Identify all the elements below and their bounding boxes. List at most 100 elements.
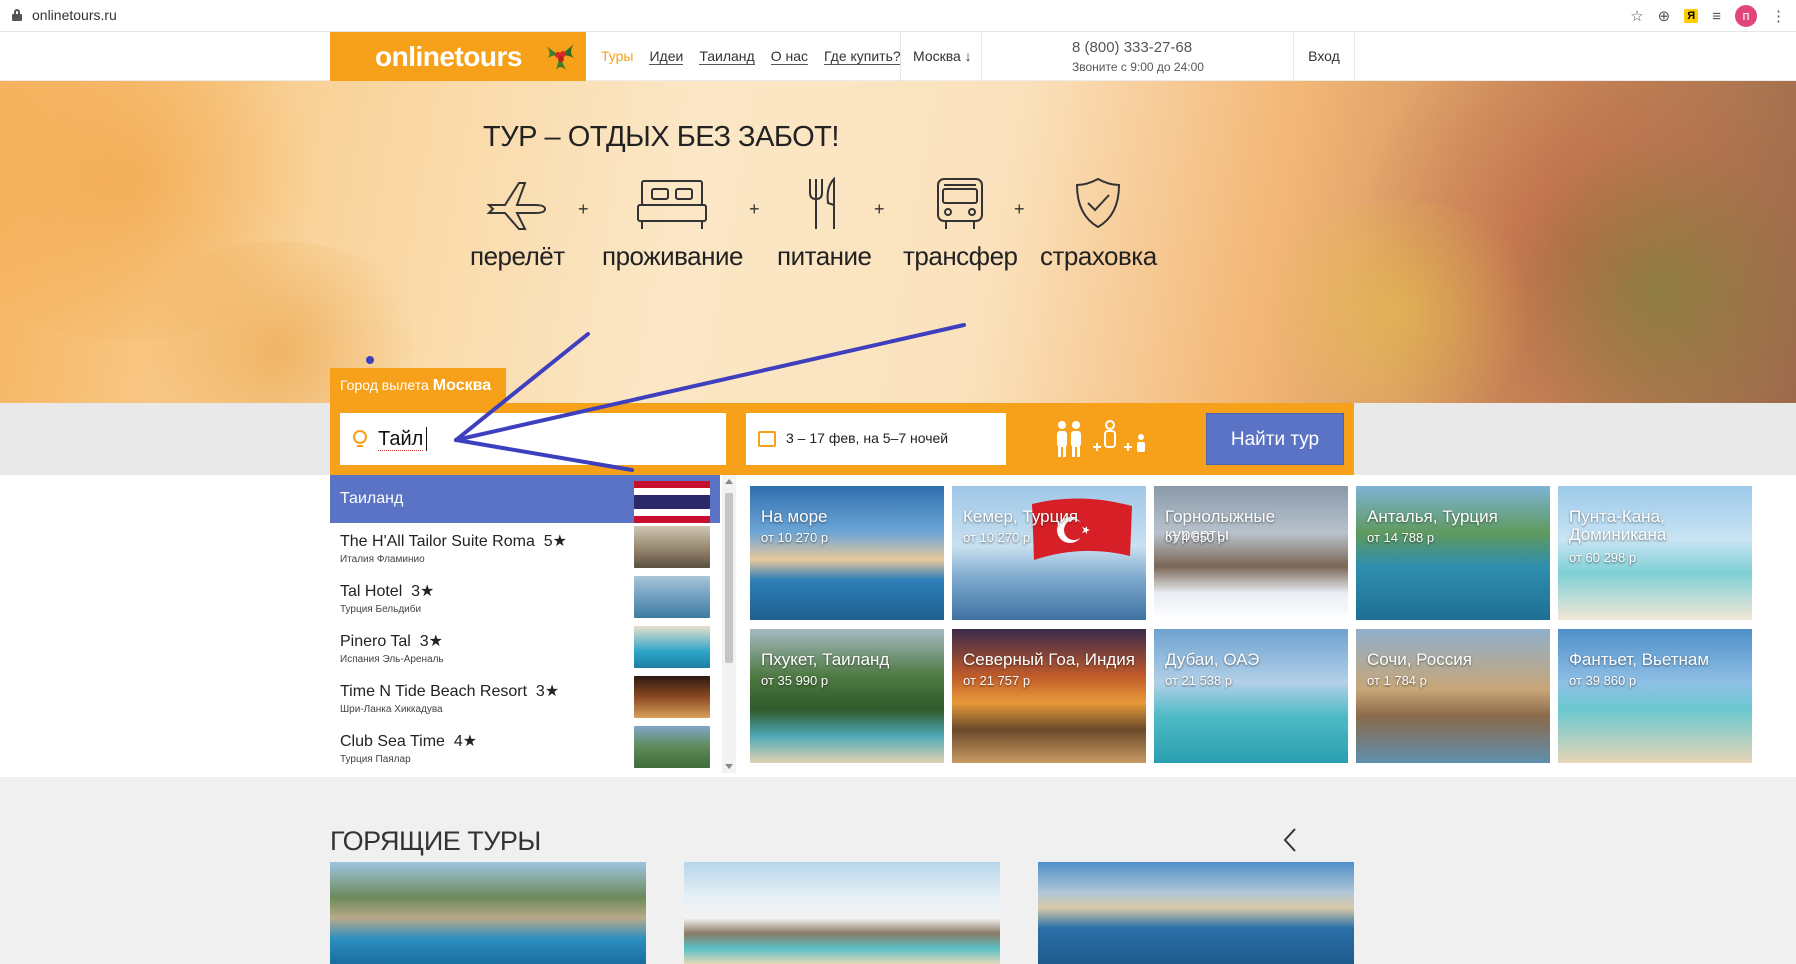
departure-city-tab[interactable]: Город вылета Москва [330, 368, 506, 403]
feature-insurance: страховка [1040, 175, 1157, 272]
plus-sign: + [578, 199, 589, 219]
tile-price: от 60 298 р [1569, 550, 1637, 565]
yandex-extension-icon[interactable]: Я [1684, 9, 1699, 23]
nav-ideas[interactable]: Идеи [649, 48, 684, 65]
find-tour-button[interactable]: Найти тур [1206, 413, 1344, 465]
feature-label: питание [777, 241, 872, 271]
feature-label: страховка [1040, 241, 1157, 271]
login-button[interactable]: Вход [1293, 32, 1355, 81]
logo[interactable]: onlinetours [330, 32, 586, 81]
tile-name: Пхукет, Таиланд [761, 650, 890, 669]
bus-icon [937, 178, 984, 229]
hotel-location: Италия Фламинио [340, 554, 425, 565]
tile-name: Кемер, Турция [963, 507, 1079, 526]
tile-price: от 35 990 р [761, 673, 829, 688]
date-range-value: 3 – 17 фев, на 5–7 ночей [786, 430, 949, 446]
hotel-thumbnail [634, 526, 710, 568]
feature-meals: питание [777, 175, 872, 272]
logo-text: onlinetours [375, 41, 522, 72]
hotel-stars: 3★ [535, 683, 560, 700]
destination-tile[interactable]: Фантьет, Вьетнам от 39 860 р [1558, 629, 1752, 763]
shield-check-icon [1076, 177, 1121, 229]
scrollbar-thumb[interactable] [725, 493, 733, 663]
feature-label: трансфер [903, 241, 1018, 271]
hotel-name: Time N Tide Beach Resort [340, 683, 528, 700]
hot-tours-title: ГОРЯЩИЕ ТУРЫ [330, 826, 541, 856]
tile-name: Дубаи, ОАЭ [1165, 650, 1260, 669]
destination-tile[interactable]: На море от 10 270 р [750, 486, 944, 620]
feature-flight: перелёт [470, 175, 565, 272]
tile-price: от 21 757 р [963, 673, 1031, 688]
plane-icon [486, 182, 547, 230]
hotel-thumbnail [634, 676, 710, 718]
chevron-left-icon[interactable] [1280, 825, 1300, 855]
profile-avatar[interactable]: п [1735, 5, 1757, 27]
call-hours: Звоните с 9:00 до 24:00 [1072, 60, 1204, 74]
nav-where-to-buy[interactable]: Где купить? [824, 48, 901, 65]
playlist-icon[interactable]: ≡ [1712, 8, 1721, 25]
calendar-icon [758, 431, 776, 447]
hotel-name: Tal Hotel [340, 583, 403, 600]
tile-name: Северный Гоа, Индия [963, 650, 1135, 669]
date-range-input[interactable]: 3 – 17 фев, на 5–7 ночей [746, 413, 1006, 465]
url-text[interactable]: onlinetours.ru [32, 7, 117, 23]
destination-suggestions: Таиланд The H'All Tailor Suite Roma 5★ И… [330, 475, 736, 773]
suggestion-country[interactable]: Таиланд [330, 475, 720, 523]
hot-tour-card[interactable] [684, 862, 1000, 964]
destination-tile[interactable]: Сочи, Россия от 1 784 р [1356, 629, 1550, 763]
suggestions-scrollbar[interactable] [722, 475, 736, 773]
suggestion-hotel[interactable]: The H'All Tailor Suite Roma 5★ Италия Фл… [330, 523, 720, 573]
tile-name: Фантьет, Вьетнам [1569, 650, 1710, 669]
suggestion-hotel[interactable]: Pinero Tal 3★ Испания Эль-Ареналь [330, 623, 720, 673]
destination-tile[interactable]: Горнолыжные курорты от 4 550 р [1154, 486, 1348, 620]
hot-tour-card[interactable] [330, 862, 646, 964]
destination-input[interactable]: Тайл [340, 413, 726, 465]
tile-price: от 10 270 р [963, 530, 1031, 545]
destination-tile[interactable]: Пунта-Кана, Доминикана от 60 298 р [1558, 486, 1752, 620]
tile-price: от 10 270 р [761, 530, 829, 545]
destination-tile[interactable]: Северный Гоа, Индия от 21 757 р [952, 629, 1146, 763]
suggestion-hotel[interactable]: Time N Tide Beach Resort 3★ Шри-Ланка Хи… [330, 673, 720, 723]
tile-price: от 1 784 р [1367, 673, 1427, 688]
hotel-thumbnail [634, 576, 710, 618]
hot-tour-card[interactable] [1038, 862, 1354, 964]
globe-icon[interactable]: ⊕ [1658, 7, 1671, 25]
tile-name: Пунта-Кана, Доминикана [1569, 507, 1667, 544]
tile-name: На море [761, 507, 828, 526]
menu-dots-icon[interactable]: ⋮ [1771, 7, 1786, 25]
bookmark-star-icon[interactable]: ☆ [1630, 7, 1643, 25]
destination-value: Тайл [378, 428, 424, 451]
phone-number[interactable]: 8 (800) 333-27-68 [1072, 39, 1192, 56]
tile-price: от 14 788 р [1367, 530, 1435, 545]
hotel-location: Испания Эль-Ареналь [340, 654, 444, 665]
nav-tours[interactable]: Туры [601, 48, 633, 65]
plus-sign: + [749, 199, 760, 219]
nav-about[interactable]: О нас [770, 48, 808, 65]
cutlery-icon [809, 176, 836, 229]
destination-tile[interactable]: Анталья, Турция от 14 788 р [1356, 486, 1550, 620]
scroll-down-icon[interactable] [725, 764, 733, 769]
departure-city[interactable]: Москва [433, 377, 491, 394]
feature-label: проживание [602, 241, 743, 271]
main-nav: Туры Идеи Таиланд О нас Где купить? [601, 48, 901, 65]
plus-sign: + [1014, 199, 1025, 219]
suggestion-hotel[interactable]: Club Sea Time 4★ Турция Паялар [330, 723, 720, 773]
tile-name: Анталья, Турция [1367, 507, 1498, 526]
hotel-name: Pinero Tal [340, 633, 411, 650]
thailand-flag-icon [634, 481, 710, 523]
nav-thailand[interactable]: Таиланд [699, 48, 755, 65]
destination-tile[interactable]: Пхукет, Таиланд от 35 990 р [750, 629, 944, 763]
tourists-selector-icon[interactable] [1052, 419, 1162, 459]
hotel-stars: 3★ [419, 633, 443, 650]
destination-tile[interactable]: Кемер, Турция от 10 270 р [952, 486, 1146, 620]
scroll-up-icon[interactable] [725, 479, 733, 484]
hotel-location: Турция Бельдиби [340, 604, 422, 615]
suggestion-hotel[interactable]: Tal Hotel 3★ Турция Бельдиби [330, 573, 720, 623]
location-pin-icon [353, 430, 367, 447]
hotel-stars: 5★ [543, 533, 567, 550]
feature-transfer: трансфер [903, 175, 1018, 272]
city-selector[interactable]: Москва ↓ [900, 32, 982, 81]
tile-price: от 21 538 р [1165, 673, 1233, 688]
destination-tile[interactable]: Дубаи, ОАЭ от 21 538 р [1154, 629, 1348, 763]
hotel-location: Турция Паялар [340, 754, 411, 765]
